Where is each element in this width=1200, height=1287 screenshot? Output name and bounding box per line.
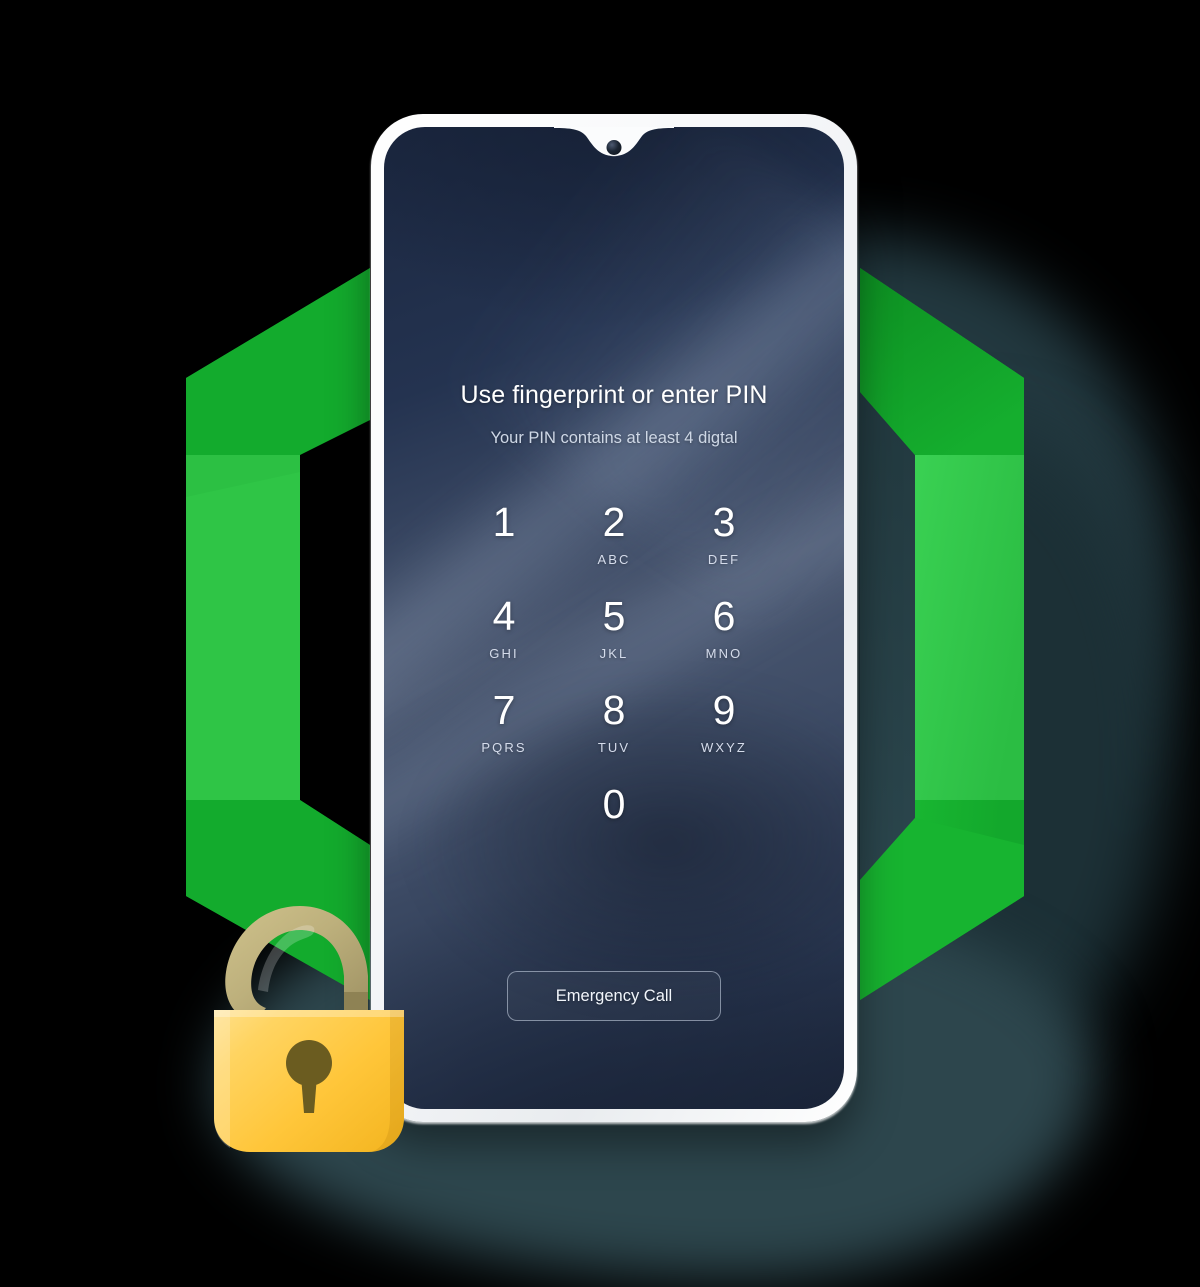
keypad-digit: 2 <box>602 499 626 545</box>
keypad-digit: 7 <box>492 687 516 733</box>
keypad-letters: MNO <box>705 646 743 661</box>
keypad-key-0[interactable]: 0 <box>559 784 669 854</box>
emergency-call-button[interactable]: Emergency Call <box>507 971 721 1021</box>
keypad-key-4[interactable]: 4 GHI <box>449 596 559 666</box>
lockscreen-subtitle: Your PIN contains at least 4 digtal <box>490 429 738 447</box>
keypad-key-1[interactable]: 1 <box>449 502 559 572</box>
keypad-digit: 9 <box>712 687 736 733</box>
keypad-key-2[interactable]: 2 ABC <box>559 502 669 572</box>
phone-device: Use fingerprint or enter PIN Your PIN co… <box>371 114 857 1122</box>
keypad-letters: ABC <box>597 552 631 567</box>
keypad-letters: PQRS <box>481 740 527 755</box>
emergency-call-label: Emergency Call <box>555 986 673 1005</box>
keypad-key-9[interactable]: 9 WXYZ <box>669 690 779 760</box>
padlock-svg <box>214 906 404 1152</box>
keypad-letters: TUV <box>597 740 631 755</box>
lockscreen-content: Use fingerprint or enter PIN Your PIN co… <box>384 127 844 1109</box>
keypad-digit: 6 <box>712 593 736 639</box>
keypad-key-8[interactable]: 8 TUV <box>559 690 669 760</box>
keypad-digit: 0 <box>602 781 626 827</box>
scene-root: Use fingerprint or enter PIN Your PIN co… <box>0 0 1200 1287</box>
keypad-digit: 8 <box>602 687 626 733</box>
keypad-digit: 4 <box>492 593 516 639</box>
keypad-letters: DEF <box>707 552 741 567</box>
keypad-key-3[interactable]: 3 DEF <box>669 502 779 572</box>
keypad-letters: WXYZ <box>701 740 747 755</box>
pin-keypad[interactable]: 1 2 ABC 3 DEF 4 GHI 5 JKL 6 MNO 7 PQRS 8… <box>449 502 779 854</box>
keypad-letters: JKL <box>599 646 629 661</box>
keypad-key-5[interactable]: 5 JKL <box>559 596 669 666</box>
keypad-key-7[interactable]: 7 PQRS <box>449 690 559 760</box>
open-padlock-illustration <box>196 880 422 1158</box>
keypad-key-6[interactable]: 6 MNO <box>669 596 779 666</box>
keypad-letters: GHI <box>489 646 519 661</box>
phone-screen: Use fingerprint or enter PIN Your PIN co… <box>384 127 844 1109</box>
lockscreen-title: Use fingerprint or enter PIN <box>460 381 768 409</box>
keypad-digit: 1 <box>492 499 516 545</box>
keypad-digit: 3 <box>712 499 736 545</box>
keypad-digit: 5 <box>602 593 626 639</box>
